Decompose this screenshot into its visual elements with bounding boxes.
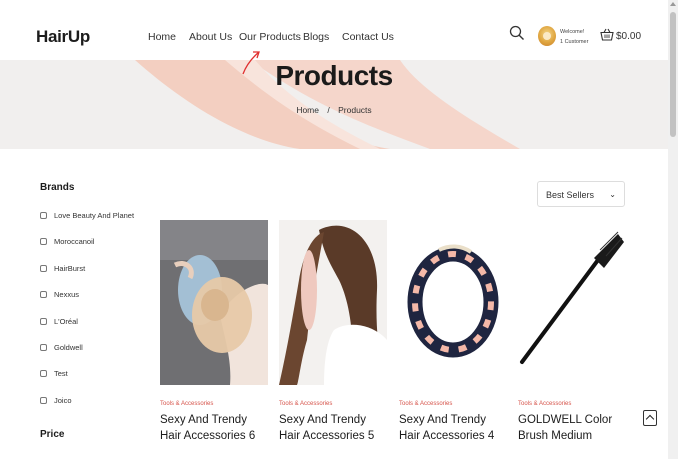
- product-category[interactable]: Tools & Accessories: [518, 401, 626, 407]
- product-card[interactable]: Tools & Accessories Sexy And Trendy Hair…: [279, 220, 387, 444]
- brand-filter-item[interactable]: Test: [40, 369, 68, 378]
- brand-label: Moroccanoil: [54, 237, 95, 246]
- brand-filter-item[interactable]: Moroccanoil: [40, 237, 94, 246]
- nav-home[interactable]: Home: [148, 31, 176, 43]
- nav-about-us[interactable]: About Us: [189, 31, 232, 43]
- price-title: Price: [40, 429, 65, 440]
- brand-filter-item[interactable]: Joico: [40, 396, 72, 405]
- brand-filter-item[interactable]: HairBurst: [40, 264, 85, 273]
- breadcrumb: Home / Products: [0, 105, 668, 115]
- welcome-line: Welcome!: [560, 29, 585, 35]
- user-avatar[interactable]: [538, 26, 556, 46]
- brand-label: Nexxus: [54, 290, 80, 299]
- brand-label: Joico: [54, 396, 72, 405]
- brand-label: HairBurst: [54, 264, 86, 273]
- brands-title: Brands: [40, 182, 75, 193]
- checkbox[interactable]: [40, 318, 47, 325]
- product-card[interactable]: Tools & Accessories Sexy And Trendy Hair…: [160, 220, 268, 444]
- nav-blogs[interactable]: Blogs: [303, 31, 329, 43]
- product-card[interactable]: Tools & Accessories GOLDWELL Color Brush…: [518, 220, 626, 444]
- product-image[interactable]: [518, 220, 626, 385]
- brand-label: Love Beauty And Planet: [54, 211, 135, 220]
- checkbox[interactable]: [40, 212, 47, 219]
- brand-filter-item[interactable]: Love Beauty And Planet: [40, 211, 134, 220]
- brand-filter-item[interactable]: Goldwell: [40, 343, 83, 352]
- page-title: Products: [275, 60, 393, 91]
- basket-icon[interactable]: [600, 28, 614, 41]
- checkbox[interactable]: [40, 265, 47, 272]
- nav-contact-us[interactable]: Contact Us: [342, 31, 394, 43]
- product-title[interactable]: GOLDWELL Color Brush Medium: [518, 412, 626, 444]
- breadcrumb-home[interactable]: Home: [296, 105, 319, 115]
- chevron-down-icon: ⌄: [609, 190, 616, 199]
- checkbox[interactable]: [40, 238, 47, 245]
- checkbox[interactable]: [40, 370, 47, 377]
- site-logo[interactable]: HairUp: [36, 27, 90, 47]
- page-scrollbar[interactable]: [668, 0, 678, 459]
- brand-label: L'Oréal: [54, 317, 78, 326]
- checkbox[interactable]: [40, 291, 47, 298]
- product-title[interactable]: Sexy And Trendy Hair Accessories 5: [279, 412, 387, 444]
- scrollbar-thumb[interactable]: [670, 12, 676, 137]
- brand-filter-item[interactable]: L'Oréal: [40, 317, 78, 326]
- brand-label: Test: [54, 369, 68, 378]
- brand-label: Goldwell: [54, 343, 83, 352]
- breadcrumb-current: Products: [338, 105, 372, 115]
- welcome-text: Welcome! 1 Customer: [560, 27, 588, 47]
- scroll-up-arrow-icon[interactable]: [670, 2, 676, 6]
- checkbox[interactable]: [40, 344, 47, 351]
- product-title[interactable]: Sexy And Trendy Hair Accessories 4: [399, 412, 507, 444]
- nav-our-products[interactable]: Our Products: [239, 31, 301, 43]
- product-card[interactable]: Tools & Accessories Sexy And Trendy Hair…: [399, 220, 507, 444]
- checkbox[interactable]: [40, 397, 47, 404]
- product-image[interactable]: [160, 220, 268, 385]
- breadcrumb-separator: /: [327, 105, 330, 115]
- search-icon[interactable]: [509, 25, 525, 41]
- product-title[interactable]: Sexy And Trendy Hair Accessories 6: [160, 412, 268, 444]
- back-to-top-button[interactable]: [643, 410, 657, 426]
- product-image[interactable]: [399, 220, 507, 385]
- cart-total[interactable]: $0.00: [616, 31, 641, 42]
- annotation-arrow-icon: [242, 51, 260, 75]
- sort-selected-value: Best Sellers: [546, 190, 595, 200]
- sort-select[interactable]: Best Sellers ⌄: [537, 181, 625, 207]
- customer-line: 1 Customer: [560, 39, 589, 45]
- site-header: HairUp Home About Us Our Products Blogs …: [0, 0, 668, 60]
- product-category[interactable]: Tools & Accessories: [399, 401, 507, 407]
- product-category[interactable]: Tools & Accessories: [160, 401, 268, 407]
- product-category[interactable]: Tools & Accessories: [279, 401, 387, 407]
- product-image[interactable]: [279, 220, 387, 385]
- brand-filter-item[interactable]: Nexxus: [40, 290, 79, 299]
